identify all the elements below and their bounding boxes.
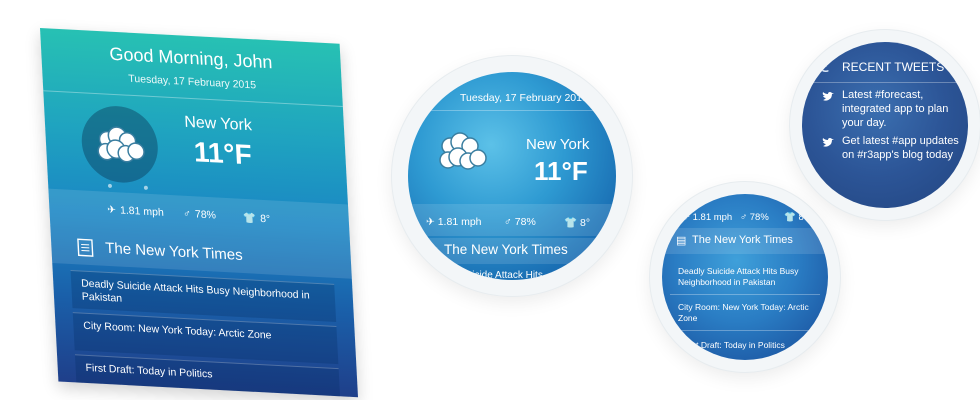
city-name: New York	[526, 136, 590, 153]
headline-text: First Draft: Today in Politics	[85, 361, 213, 381]
shirt-icon: 👕	[242, 211, 257, 225]
humidity-stat: ♂ 78%	[740, 212, 769, 223]
humidity-icon: ♂	[182, 207, 192, 221]
temperature: 11°F	[534, 156, 588, 186]
divider	[670, 330, 820, 331]
city-name: New York	[183, 113, 253, 135]
divider	[810, 82, 960, 83]
headline-text: City Room: New York Today: Arctic Zone	[83, 319, 272, 342]
twitter-icon	[822, 92, 834, 101]
humidity-stat: ♂ 78%	[504, 216, 536, 228]
headline-text: First Draft: Today in Politics	[682, 340, 785, 350]
divider	[418, 110, 606, 111]
wind-value: 1.81 mph	[119, 204, 165, 219]
newspaper-icon	[77, 238, 94, 257]
feels-value: 8°	[580, 217, 591, 229]
watch-tweets: ℇ RECENT TWEETS Latest #forecast, integr…	[790, 30, 980, 220]
wind-stat: ✈ 1.81 mph	[426, 216, 482, 228]
twitter-icon	[822, 138, 834, 147]
watch-face: ℇ RECENT TWEETS Latest #forecast, integr…	[802, 42, 968, 208]
news-source: The New York Times	[692, 234, 793, 246]
humidity-icon: ♂	[504, 216, 515, 228]
feels-stat: 👕 8°	[243, 211, 271, 225]
news-source: The New York Times	[444, 242, 568, 257]
wind-stat: ✈ 1.81 mph	[682, 212, 732, 223]
watch-face: ✈ 1.81 mph ♂ 78% 👕 8° ▤ The New York Tim…	[662, 194, 828, 360]
date-label: Tuesday, 17 February 2015	[460, 92, 588, 104]
headline-text: Deadly Suicide Attack Hits Busy Neighbor…	[678, 266, 799, 287]
headline-item[interactable]: Deadly Suicide Attack Hits Busy Neighbor…	[678, 266, 818, 288]
watch-news: ✈ 1.81 mph ♂ 78% 👕 8° ▤ The New York Tim…	[650, 182, 840, 372]
feels-value: 8°	[798, 212, 808, 223]
app-logo-icon: ℇ	[820, 59, 830, 76]
feels-value: 8°	[259, 212, 271, 225]
humidity-value: 78%	[749, 212, 769, 223]
feels-stat: 👕 8°	[564, 216, 590, 229]
humidity-value: 78%	[194, 208, 217, 222]
watch-weather: Tuesday, 17 February 2015 New York 11°F …	[392, 56, 632, 296]
wind-icon: ✈	[682, 212, 693, 223]
wind-icon: ✈	[106, 203, 117, 217]
humidity-value: 78%	[514, 216, 536, 228]
newspaper-icon: ▤	[426, 244, 439, 259]
humidity-icon: ♂	[740, 212, 750, 223]
headline-item[interactable]: City Room: New York Today: Arctic Zone	[678, 302, 818, 324]
cloud-icon	[97, 126, 145, 163]
headline-item[interactable]: First Draft: Today in Politics	[682, 340, 785, 350]
shirt-icon: 👕	[564, 217, 580, 229]
headline-text: Deadly Suicide Attack Hits Busy Neighbor…	[80, 277, 310, 305]
page-dot	[143, 185, 149, 190]
weather-icon-circle	[79, 104, 160, 185]
tweets-title: RECENT TWEETS	[842, 60, 945, 74]
wind-value: 1.81 mph	[692, 212, 733, 223]
humidity-stat: ♂ 78%	[183, 208, 216, 222]
newspaper-icon: ▤	[676, 235, 687, 247]
wind-icon: ✈	[426, 216, 438, 228]
tweet-text[interactable]: Latest #forecast, integrated app to plan…	[842, 88, 968, 130]
temperature: 11°F	[193, 136, 253, 171]
feels-stat: 👕 8°	[784, 212, 808, 223]
divider	[670, 294, 820, 295]
wind-value: 1.81 mph	[437, 216, 482, 228]
page-dot	[107, 183, 113, 189]
phone-screen: Good Morning, John Tuesday, 17 February …	[40, 28, 359, 398]
headline-text[interactable]: Suicide Attack Hits	[460, 270, 543, 280]
tweet-text[interactable]: Get latest #app updates on #r3app's blog…	[842, 134, 968, 162]
headline-text: City Room: New York Today: Arctic Zone	[678, 302, 809, 323]
cloud-icon	[439, 132, 487, 170]
shirt-icon: 👕	[784, 212, 799, 223]
watch-face: Tuesday, 17 February 2015 New York 11°F …	[408, 72, 616, 280]
